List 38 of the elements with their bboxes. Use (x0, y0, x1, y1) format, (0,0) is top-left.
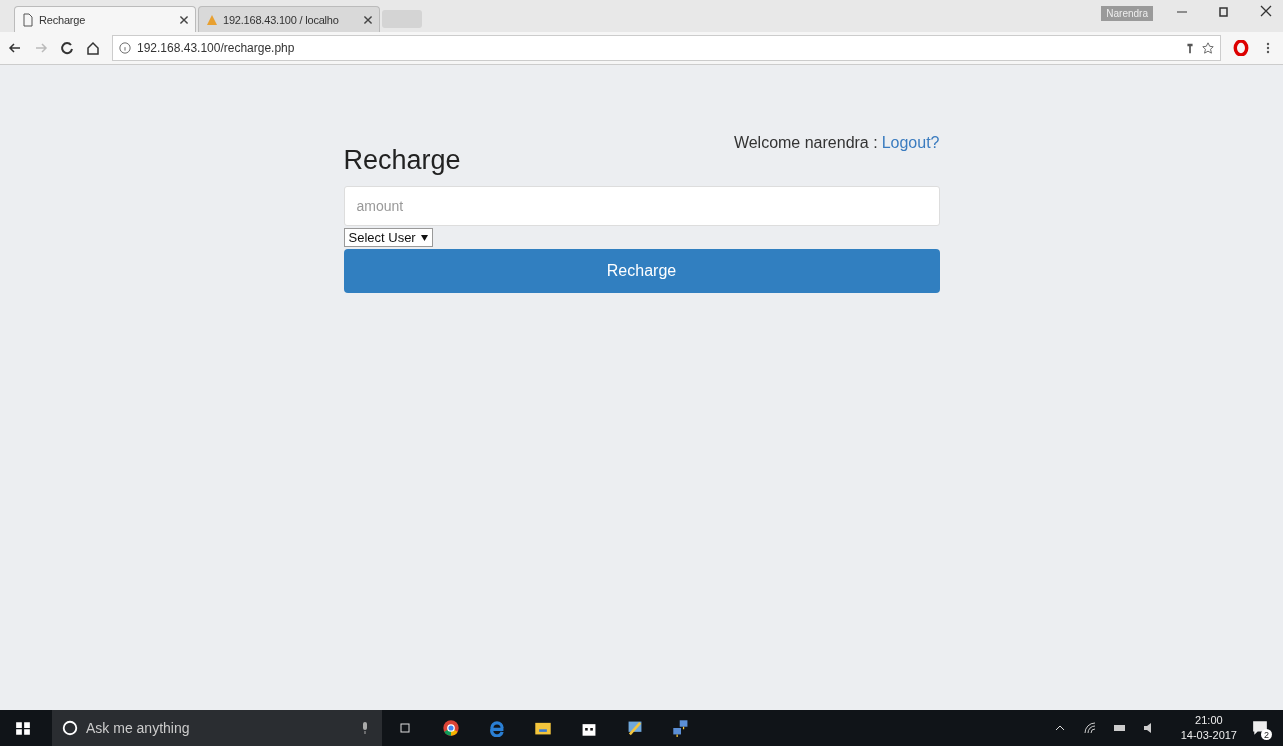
url-text: 192.168.43.100/recharge.php (137, 41, 296, 55)
caret-icon (420, 234, 428, 241)
star-icon[interactable] (1202, 42, 1214, 54)
page-icon[interactable] (21, 12, 35, 27)
reload-icon[interactable] (60, 41, 74, 55)
wifi-icon[interactable] (1082, 721, 1097, 735)
amount-field[interactable]: amount (343, 186, 940, 226)
edge-icon[interactable] (488, 719, 506, 737)
message-icon (1252, 720, 1268, 736)
close-icon[interactable] (363, 14, 373, 25)
browser-tab[interactable]: Recharge (14, 6, 196, 32)
notification-count: 2 (1261, 729, 1272, 740)
home-icon[interactable] (86, 41, 100, 55)
task-view-icon[interactable] (398, 721, 412, 735)
tab-title: Recharge (39, 13, 87, 26)
windows-icon[interactable] (15, 720, 31, 736)
clock-time[interactable]: 21:00 (1180, 713, 1237, 728)
close-icon[interactable] (179, 14, 189, 25)
info-icon[interactable] (119, 42, 131, 54)
tab-title: 192.168.43.100 / localho (223, 13, 340, 26)
search-placeholder: Ask me anything (86, 720, 191, 736)
user-select[interactable]: Select User (343, 228, 433, 247)
restore-icon[interactable] (1217, 4, 1231, 18)
page-heading: Recharge (343, 145, 461, 176)
logout-link[interactable]: Logout? (881, 134, 940, 152)
circle-icon[interactable] (62, 720, 78, 736)
computers-icon[interactable] (672, 719, 690, 737)
search-field[interactable]: Ask me anything (52, 710, 382, 746)
notification-button[interactable]: 2 (1252, 720, 1268, 736)
opera-icon[interactable] (1233, 40, 1249, 56)
recharge-button[interactable]: Recharge (343, 249, 940, 293)
back-icon[interactable] (8, 41, 22, 55)
close-icon[interactable] (1259, 4, 1273, 18)
chrome-icon[interactable] (442, 719, 460, 737)
browser-tab[interactable]: 192.168.43.100 / localho (198, 6, 380, 32)
address-bar[interactable]: 192.168.43.100/recharge.php (112, 35, 1221, 61)
clock-date[interactable]: 14-03-2017 (1180, 728, 1237, 743)
welcome-text: Welcome narendra : (733, 134, 878, 152)
